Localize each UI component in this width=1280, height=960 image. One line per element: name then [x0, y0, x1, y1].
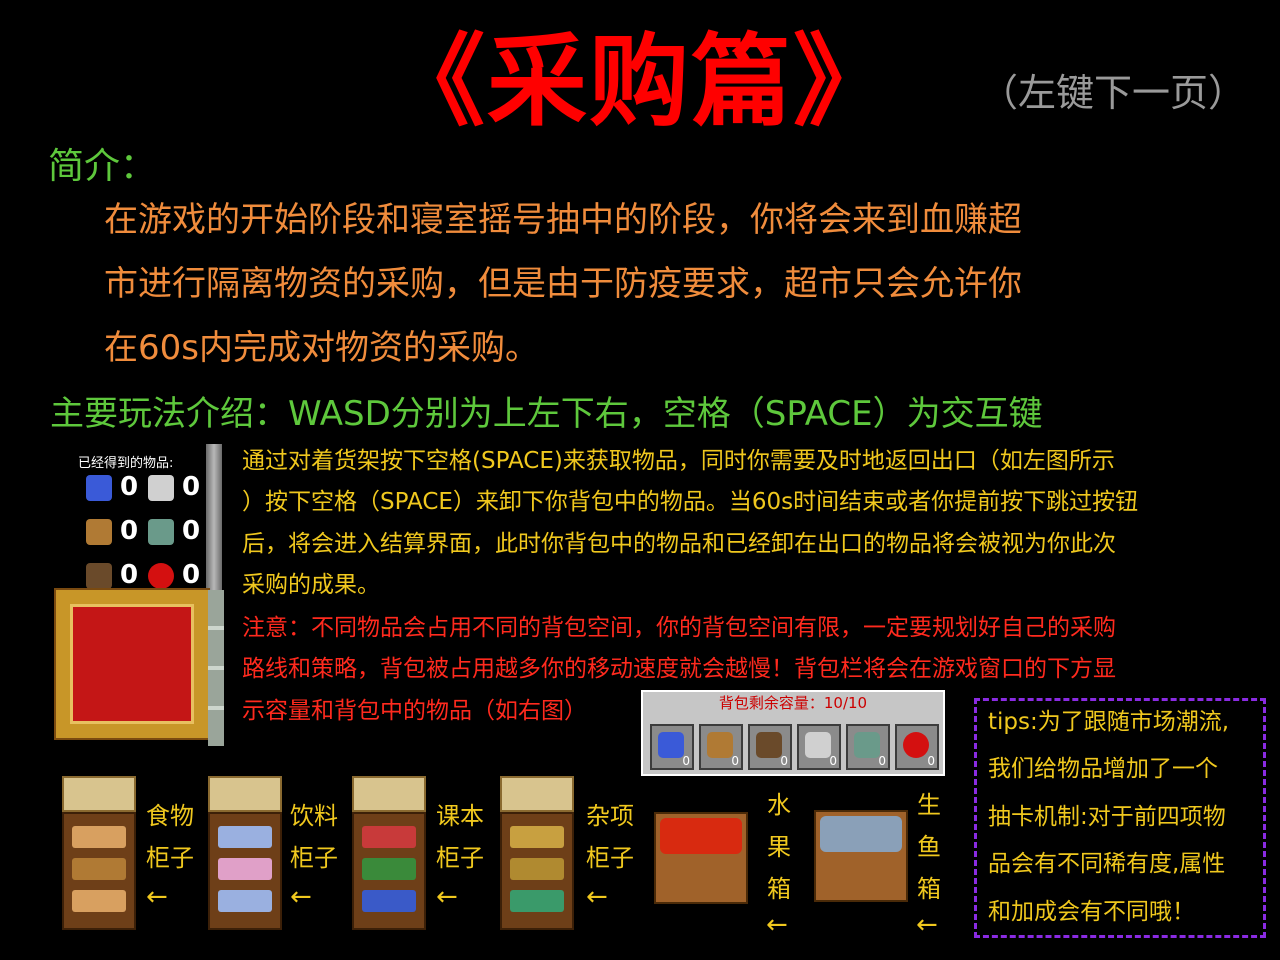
drink-shelf-label: 饮料 — [290, 802, 338, 830]
tips-line: 和加成会有不同哦！ — [988, 899, 1195, 925]
fish-icon — [148, 518, 174, 545]
fish-crate — [814, 810, 908, 902]
potion-icon — [658, 732, 684, 758]
left-arrow-icon: ← — [146, 882, 168, 912]
fruit-crate-label: 果 — [767, 833, 791, 861]
collected-item: 0 — [148, 472, 208, 508]
food-shelf-label: 食物 — [146, 802, 194, 830]
gameplay-line: ）按下空格（SPACE）来卸下你背包中的物品。当60s时间结束或者你提前按下跳过… — [242, 489, 1139, 515]
misc-shelf-label: 杂项 — [586, 802, 634, 830]
collected-item: 0 — [148, 516, 208, 552]
intro-heading: 简介： — [48, 146, 157, 187]
fruit-crate-label: 水 — [767, 791, 791, 819]
slot-count: 0 — [927, 754, 935, 768]
intro-line: 市进行隔离物资的采购，但是由于防疫要求，超市只会允许你 — [104, 264, 1022, 304]
fish-icon — [854, 732, 880, 758]
backpack-slot: 0 — [699, 724, 743, 770]
book-shelf-label: 柜子 — [436, 844, 484, 872]
item-count: 0 — [182, 516, 201, 546]
misc-shelf-top — [500, 776, 574, 812]
potion-icon — [86, 474, 112, 501]
left-arrow-icon: ← — [586, 882, 608, 912]
next-page-hint[interactable]: （左键下一页） — [980, 62, 1246, 117]
drink-shelf — [208, 812, 282, 930]
collected-item: 0 — [86, 472, 146, 508]
item-count: 0 — [120, 472, 139, 502]
apple-icon — [148, 562, 174, 589]
misc-shelf-label: 柜子 — [586, 844, 634, 872]
food-shelf — [62, 812, 136, 930]
backpack-capacity: 背包剩余容量：10/10 — [718, 694, 868, 712]
apple-icon — [903, 732, 929, 758]
item-count: 0 — [120, 516, 139, 546]
food-shelf-label: 柜子 — [146, 844, 194, 872]
gameplay-line: 采购的成果。 — [242, 572, 380, 598]
intro-line: 在60s内完成对物资的采购。 — [104, 328, 539, 368]
tips-line: tips:为了跟随市场潮流, — [988, 709, 1230, 735]
warning-line: 注意：不同物品会占用不同的背包空间，你的背包空间有限，一定要规划好自己的采购 — [242, 615, 1116, 641]
exit-carpet-center — [70, 604, 194, 724]
gameplay-heading: 主要玩法介绍：WASD分别为上左下右，空格（SPACE）为交互键 — [50, 394, 1043, 434]
bucket-icon — [805, 732, 831, 758]
left-arrow-icon: ← — [436, 882, 458, 912]
intro-line: 在游戏的开始阶段和寝室摇号抽中的阶段，你将会来到血赚超 — [104, 200, 1022, 240]
item-count: 0 — [120, 560, 139, 590]
drink-shelf-label: 柜子 — [290, 844, 338, 872]
left-arrow-icon: ← — [916, 910, 938, 940]
backpack-slot: 0 — [797, 724, 841, 770]
slot-count: 0 — [780, 754, 788, 768]
tips-line: 我们给物品增加了一个 — [988, 756, 1218, 782]
warning-line: 示容量和背包中的物品（如右图） — [242, 698, 587, 724]
backpack-slot: 0 — [846, 724, 890, 770]
gameplay-line: 通过对着货架按下空格(SPACE)来获取物品，同时你需要及时地返回出口（如左图所… — [242, 448, 1115, 474]
wall-edge — [206, 444, 222, 590]
drink-shelf-top — [208, 776, 282, 812]
misc-shelf — [500, 812, 574, 930]
book-shelf-label: 课本 — [436, 802, 484, 830]
book-icon — [756, 732, 782, 758]
fruit-crate — [654, 812, 748, 904]
fish-crate-label: 生 — [917, 791, 941, 819]
slot-count: 0 — [878, 754, 886, 768]
item-count: 0 — [182, 472, 201, 502]
warning-line: 路线和策略，背包被占用越多你的移动速度就会越慢！背包栏将会在游戏窗口的下方显 — [242, 656, 1116, 682]
tips-line: 抽卡机制:对于前四项物 — [988, 804, 1226, 830]
collected-item: 0 — [86, 516, 146, 552]
food-shelf-top — [62, 776, 136, 812]
bread-icon — [707, 732, 733, 758]
fruit-crate-label: 箱 — [767, 875, 791, 903]
collected-items-title: 已经得到的物品: — [78, 456, 174, 471]
book-shelf-top — [352, 776, 426, 812]
fish-crate-label: 鱼 — [917, 833, 941, 861]
book-shelf — [352, 812, 426, 930]
gameplay-line: 后，将会进入结算界面，此时你背包中的物品和已经卸在出口的物品将会被视为你此次 — [242, 531, 1116, 557]
backpack-slot: 0 — [748, 724, 792, 770]
fish-crate-label: 箱 — [917, 875, 941, 903]
backpack-slot: 0 — [650, 724, 694, 770]
backpack-slot: 0 — [895, 724, 939, 770]
bread-icon — [86, 518, 112, 545]
tips-line: 品会有不同稀有度,属性 — [988, 851, 1226, 877]
item-count: 0 — [182, 560, 201, 590]
book-icon — [86, 562, 112, 589]
slot-count: 0 — [731, 754, 739, 768]
left-arrow-icon: ← — [766, 910, 788, 940]
slot-count: 0 — [829, 754, 837, 768]
slot-count: 0 — [682, 754, 690, 768]
wall-edge — [208, 590, 224, 746]
bucket-icon — [148, 474, 174, 501]
left-arrow-icon: ← — [290, 882, 312, 912]
